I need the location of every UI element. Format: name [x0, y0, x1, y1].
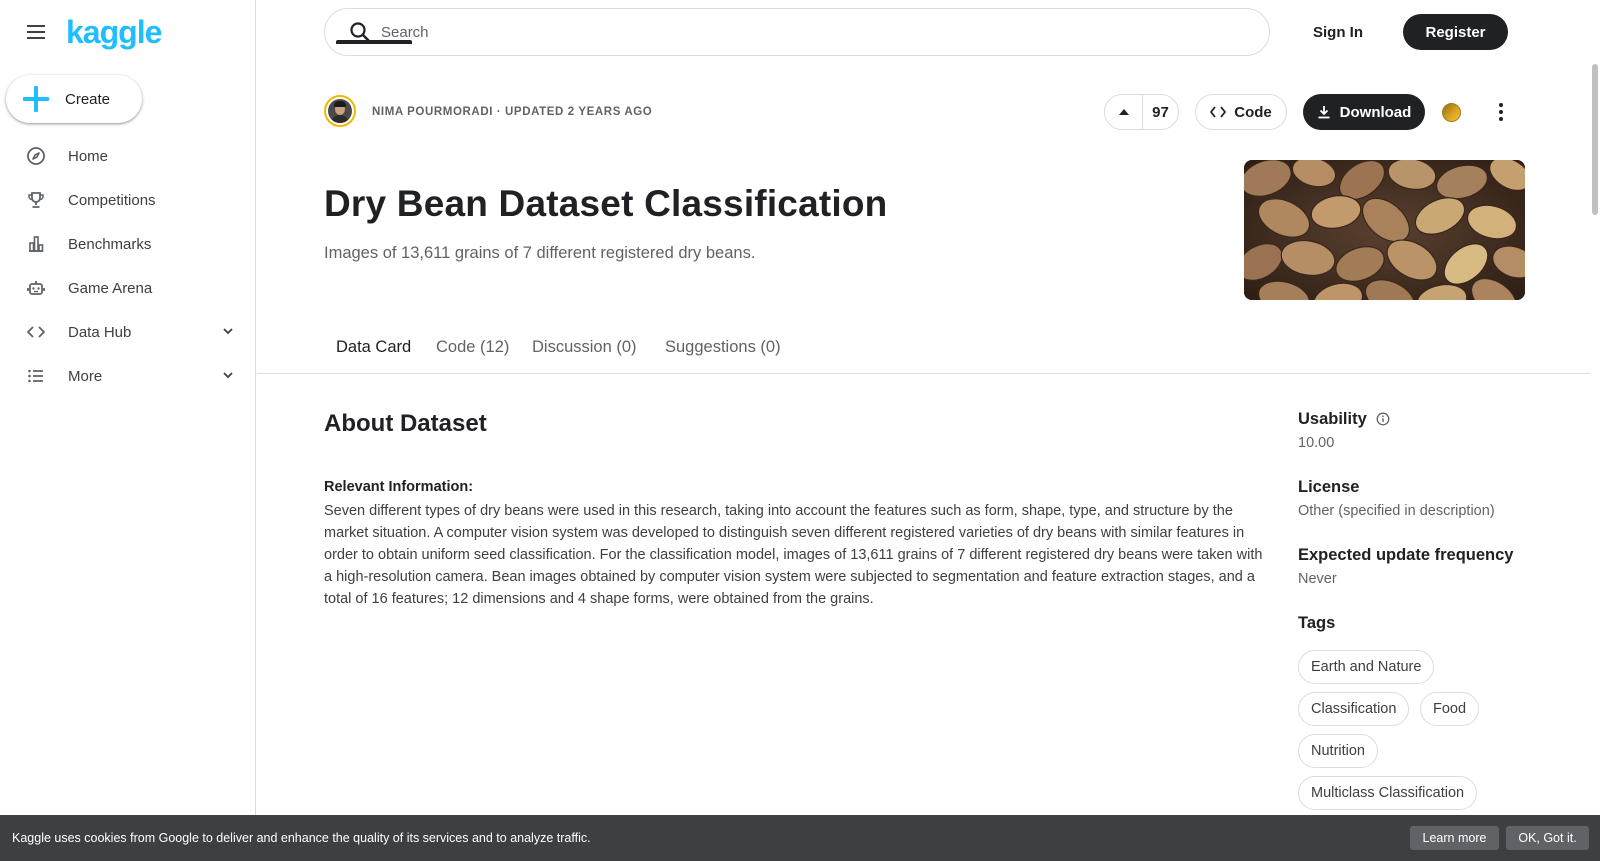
tags-label: Tags [1298, 614, 1336, 632]
menu-icon[interactable] [24, 20, 48, 44]
info-icon[interactable] [1376, 412, 1390, 426]
compass-icon [26, 146, 46, 166]
active-tab-indicator [336, 40, 412, 44]
chevron-down-icon[interactable] [221, 368, 235, 382]
sidebar-item-data-hub[interactable]: Data Hub [0, 310, 255, 354]
more-options-icon[interactable] [1489, 98, 1513, 126]
dataset-tabs: Data Card Code (12) Discussion (0) Sugge… [257, 328, 1590, 374]
cookie-message: Kaggle uses cookies from Google to deliv… [12, 831, 591, 845]
sidebar-item-home[interactable]: Home [0, 134, 255, 178]
sidebar-item-label: Data Hub [68, 323, 132, 341]
scrollbar-thumb[interactable] [1592, 64, 1598, 215]
page-title: Dry Bean Dataset Classification [324, 183, 888, 224]
description-body: Seven different types of dry beans were … [324, 503, 1263, 607]
sidebar-item-label: More [68, 367, 103, 385]
avatar-image [328, 99, 352, 123]
sidebar-header: kaggle [24, 14, 162, 50]
learn-more-button[interactable]: Learn more [1410, 826, 1499, 850]
upvote-button[interactable] [1105, 95, 1143, 129]
sidebar-item-more[interactable]: More [0, 354, 255, 398]
vote-widget: 97 [1104, 94, 1179, 130]
list-icon [26, 366, 46, 386]
create-label: Create [65, 90, 111, 108]
code-button[interactable]: Code [1195, 94, 1287, 130]
page-subtitle: Images of 13,611 grains of 7 different r… [324, 244, 756, 262]
sidebar: kaggle Create Home Competitions Benchmar… [0, 0, 256, 861]
about-heading: About Dataset [324, 410, 487, 437]
sign-in-button[interactable]: Sign In [1313, 14, 1363, 50]
tag-chip[interactable]: Earth and Nature [1298, 650, 1435, 684]
sidebar-item-label: Home [68, 147, 109, 165]
usability-value: 10.00 [1298, 435, 1335, 451]
owner-updated-line[interactable]: NIMA POURMORADI · UPDATED 2 YEARS AGO [372, 106, 652, 118]
sidebar-nav: Home Competitions Benchmarks Game Arena … [0, 134, 255, 398]
dataset-cover-image [1244, 160, 1525, 300]
download-button[interactable]: Download [1303, 94, 1425, 130]
cookie-banner: Kaggle uses cookies from Google to deliv… [0, 815, 1600, 861]
sidebar-item-label: Benchmarks [68, 235, 152, 253]
kaggle-logo[interactable]: kaggle [66, 16, 162, 48]
plus-icon [23, 86, 49, 112]
tag-chip[interactable]: Nutrition [1298, 734, 1378, 768]
register-button[interactable]: Register [1403, 14, 1508, 50]
trophy-icon [26, 190, 46, 210]
section-heading: Relevant Information: [324, 479, 474, 495]
chevron-down-icon[interactable] [221, 324, 235, 338]
tab-data-card[interactable]: Data Card [336, 338, 411, 357]
tab-discussion[interactable]: Discussion (0) [532, 338, 637, 357]
sidebar-item-label: Competitions [68, 191, 156, 209]
create-button[interactable]: Create [6, 75, 142, 123]
license-value: Other (specified in description) [1298, 503, 1495, 519]
tag-chip[interactable]: Classification [1298, 692, 1410, 726]
robot-icon [26, 278, 46, 298]
medal-icon[interactable] [1442, 103, 1461, 122]
code-brackets-icon [1210, 106, 1227, 118]
arrow-up-icon [1118, 109, 1129, 115]
code-brackets-icon [26, 322, 46, 342]
search-input[interactable] [381, 23, 1181, 41]
tab-code[interactable]: Code (12) [436, 338, 509, 357]
code-button-label: Code [1234, 103, 1272, 121]
bar-chart-icon [26, 234, 46, 254]
update-frequency-value: Never [1298, 571, 1337, 587]
usability-label: Usability [1298, 410, 1367, 428]
sidebar-item-benchmarks[interactable]: Benchmarks [0, 222, 255, 266]
update-frequency-label: Expected update frequency [1298, 546, 1514, 564]
download-button-label: Download [1339, 103, 1412, 121]
download-icon [1318, 106, 1330, 119]
avatar[interactable] [324, 95, 356, 127]
sidebar-item-label: Game Arena [68, 279, 153, 297]
sidebar-item-competitions[interactable]: Competitions [0, 178, 255, 222]
cookie-ok-button[interactable]: OK, Got it. [1506, 826, 1589, 850]
sidebar-item-game-arena[interactable]: Game Arena [0, 266, 255, 310]
tag-chip[interactable]: Food [1420, 692, 1480, 726]
license-label: License [1298, 478, 1360, 496]
tag-chip[interactable]: Multiclass Classification [1298, 776, 1478, 810]
search-bar[interactable] [324, 8, 1270, 56]
vote-count[interactable]: 97 [1143, 104, 1178, 121]
tab-suggestions[interactable]: Suggestions (0) [665, 338, 781, 357]
